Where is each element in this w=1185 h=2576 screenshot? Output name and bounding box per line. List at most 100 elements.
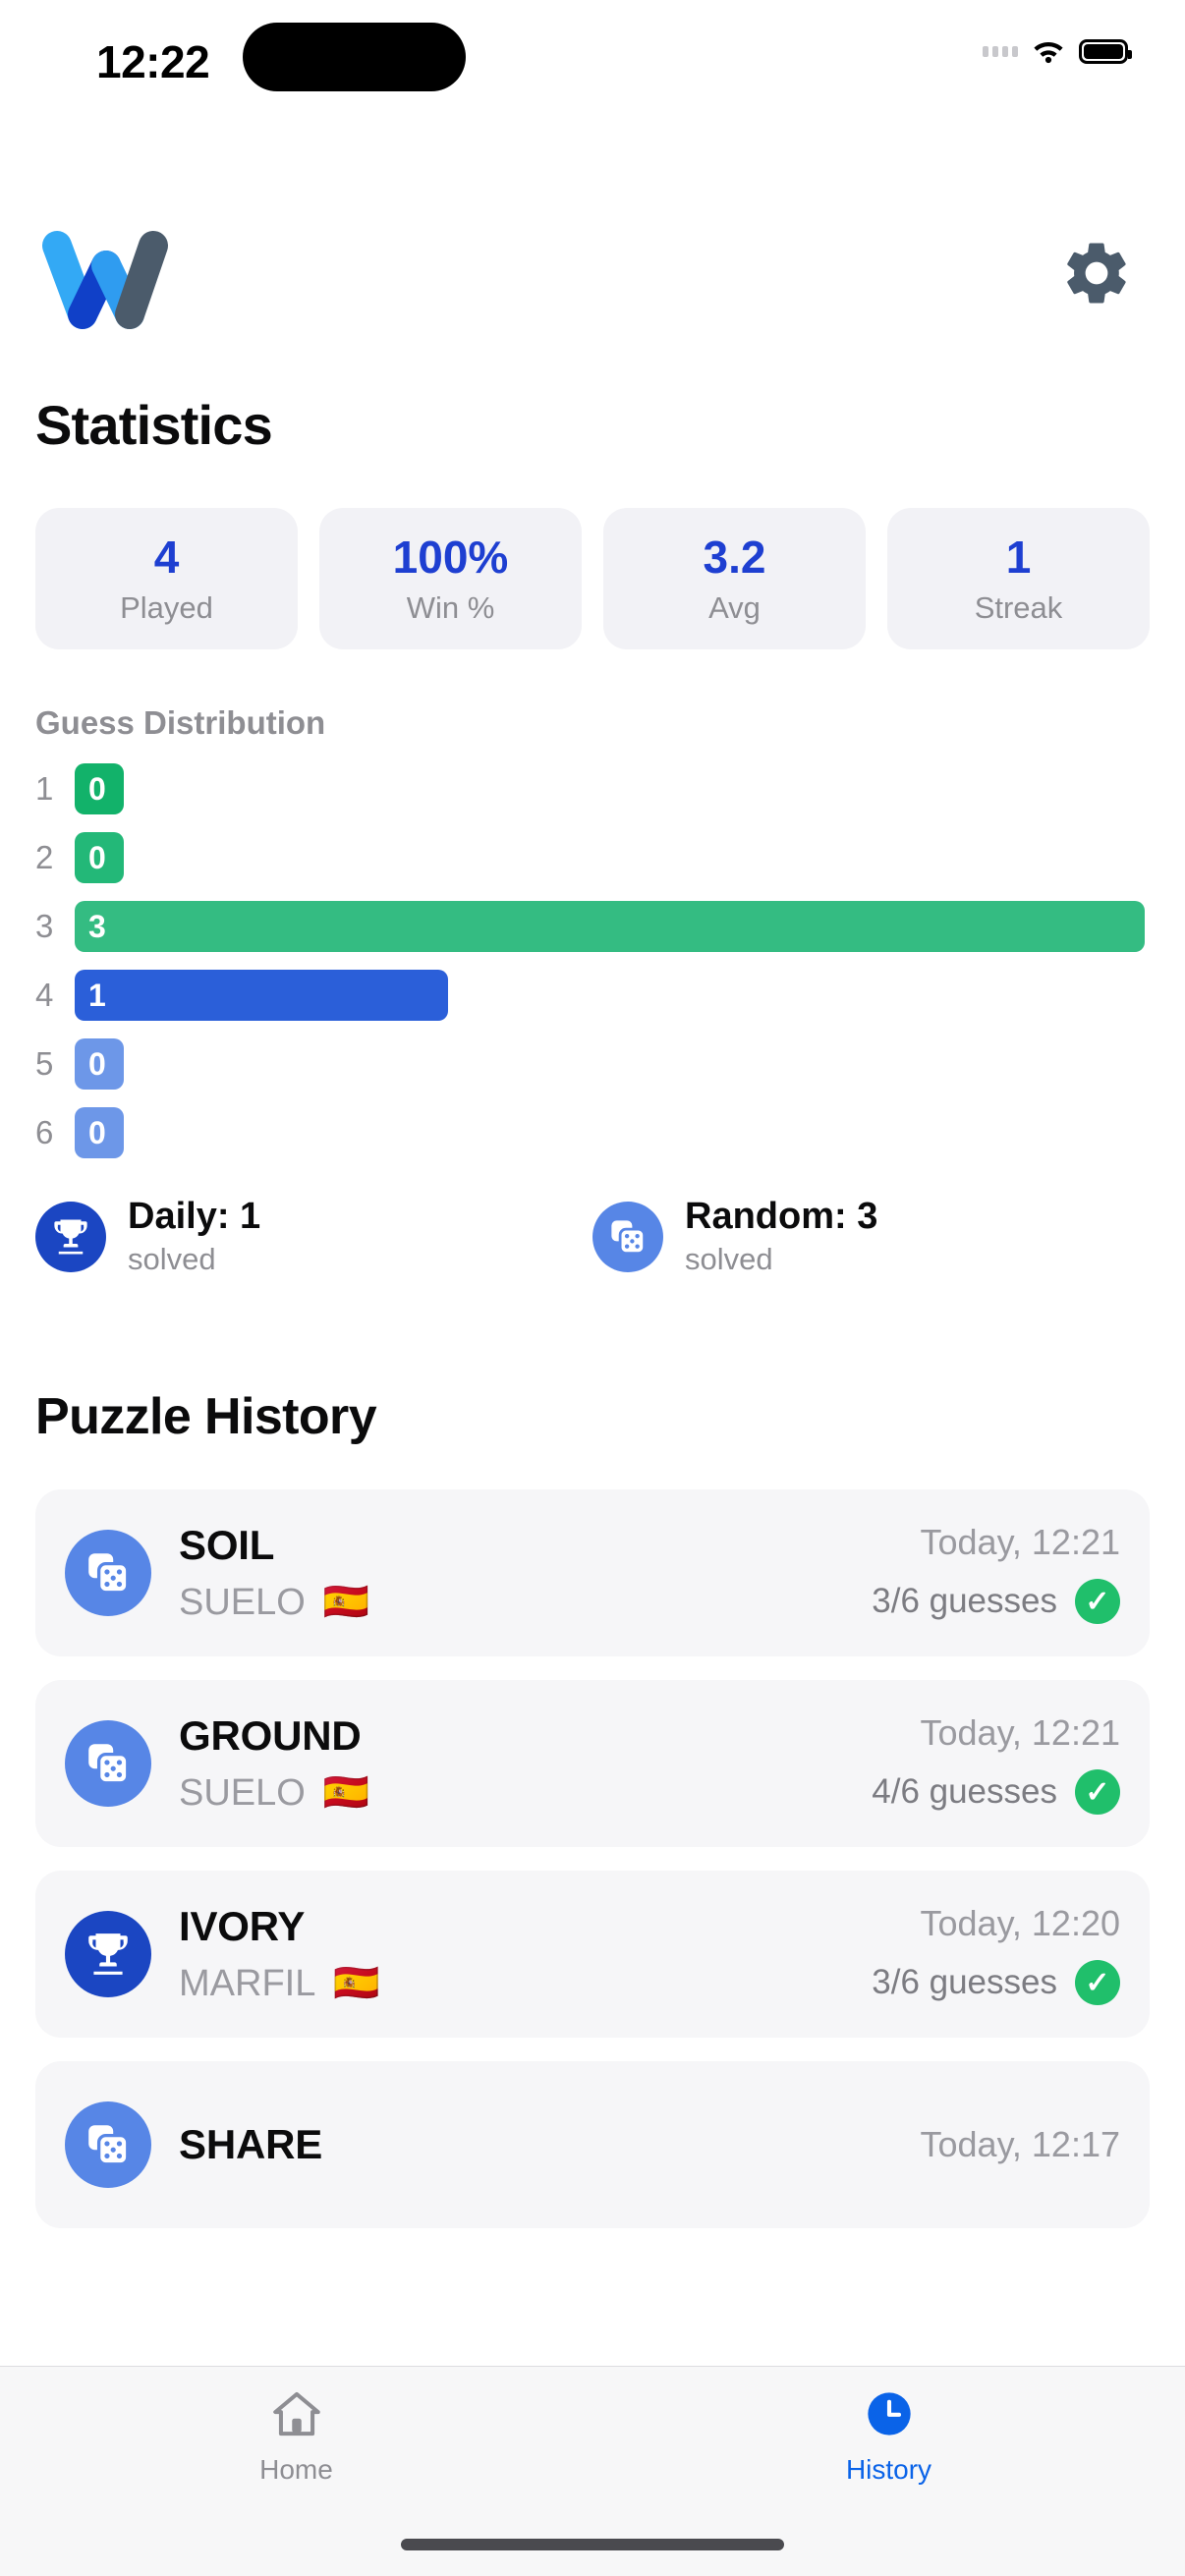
distribution-row: 3 3 xyxy=(35,897,1150,956)
home-indicator[interactable] xyxy=(401,2539,784,2550)
status-bar-indicators xyxy=(983,39,1132,64)
distribution-bar: 3 xyxy=(75,901,1145,953)
distribution-guess-index: 1 xyxy=(35,770,54,808)
stat-card-win-pct: 100% Win % xyxy=(319,508,582,650)
dynamic-island xyxy=(243,23,466,91)
main-content: Statistics 4 Played 100% Win % 3.2 Avg 1… xyxy=(0,393,1185,2252)
battery-full-icon xyxy=(1079,39,1132,64)
stat-value: 100% xyxy=(392,532,509,583)
stat-card-played: 4 Played xyxy=(35,508,298,650)
mode-text: Daily: 1 solved xyxy=(128,1196,260,1277)
history-item-main: SOIL SUELO 🇪🇸 xyxy=(179,1522,872,1624)
guess-distribution-chart: 1 0 2 0 3 3 4 1 5 0 6 0 xyxy=(35,759,1150,1162)
check-circle-icon: ✓ xyxy=(1075,1960,1120,2006)
history-list-item[interactable]: SOIL SUELO 🇪🇸 Today, 12:21 3/6 guesses ✓ xyxy=(35,1489,1150,1657)
dice-icon xyxy=(65,2101,151,2189)
stat-label: Win % xyxy=(406,590,495,626)
stats-row: 4 Played 100% Win % 3.2 Avg 1 Streak xyxy=(35,508,1150,650)
mode-daily: Daily: 1 solved xyxy=(35,1196,592,1277)
dice-icon xyxy=(65,1720,151,1808)
mode-subtitle: solved xyxy=(128,1242,216,1277)
history-guesses: 3/6 guesses xyxy=(872,1963,1057,2002)
tab-home[interactable]: Home xyxy=(0,2367,592,2506)
puzzle-history-list: SOIL SUELO 🇪🇸 Today, 12:21 3/6 guesses ✓ xyxy=(35,1489,1150,2229)
dice-icon xyxy=(65,1530,151,1617)
distribution-bar: 1 xyxy=(75,970,448,1022)
puzzle-history-title: Puzzle History xyxy=(35,1388,377,1446)
stat-label: Streak xyxy=(974,590,1063,626)
history-time: Today, 12:21 xyxy=(920,1712,1120,1754)
history-guesses: 4/6 guesses xyxy=(872,1772,1057,1812)
guess-distribution-label: Guess Distribution xyxy=(35,704,326,742)
distribution-guess-index: 5 xyxy=(35,1045,54,1083)
mode-subtitle: solved xyxy=(685,1242,773,1277)
history-item-meta: Today, 12:21 3/6 guesses ✓ xyxy=(872,1522,1120,1625)
history-list-item[interactable]: SHARE Today, 12:17 xyxy=(35,2061,1150,2229)
distribution-row: 4 1 xyxy=(35,966,1150,1025)
tab-history[interactable]: History xyxy=(592,2367,1185,2506)
clock-icon xyxy=(861,2388,918,2444)
distribution-guess-index: 4 xyxy=(35,977,54,1014)
distribution-bar: 0 xyxy=(75,1107,124,1159)
mode-text: Random: 3 solved xyxy=(685,1196,877,1277)
distribution-bar: 0 xyxy=(75,1038,124,1091)
stat-card-streak: 1 Streak xyxy=(887,508,1150,650)
distribution-bar: 0 xyxy=(75,763,124,815)
stat-value: 3.2 xyxy=(703,532,766,583)
history-translation-row: SUELO 🇪🇸 xyxy=(179,1771,872,1815)
app-screen: 12:22 Statistics 4 Played 100% Win % 3.2… xyxy=(0,0,1185,2576)
distribution-row: 6 0 xyxy=(35,1103,1150,1162)
history-time: Today, 12:17 xyxy=(920,2124,1120,2165)
distribution-guess-index: 2 xyxy=(35,839,54,876)
history-result-row: 3/6 guesses ✓ xyxy=(872,1579,1120,1625)
history-word: IVORY xyxy=(179,1903,306,1950)
history-list-item[interactable]: IVORY MARFIL 🇪🇸 Today, 12:20 3/6 guesses… xyxy=(35,1871,1150,2039)
history-word: GROUND xyxy=(179,1712,362,1760)
spain-flag-icon: 🇪🇸 xyxy=(322,1772,370,1815)
signal-dots-icon xyxy=(983,46,1018,57)
history-translation: SUELO xyxy=(179,1581,306,1623)
history-guesses: 3/6 guesses xyxy=(872,1582,1057,1621)
stat-label: Avg xyxy=(708,590,761,626)
history-item-meta: Today, 12:17 xyxy=(921,2124,1120,2165)
history-item-main: SHARE xyxy=(179,2121,921,2168)
status-bar-time: 12:22 xyxy=(96,36,210,87)
distribution-row: 5 0 xyxy=(35,1035,1150,1093)
distribution-row: 1 0 xyxy=(35,759,1150,818)
mode-random: Random: 3 solved xyxy=(592,1196,1150,1277)
stat-card-avg: 3.2 Avg xyxy=(603,508,866,650)
tab-label: History xyxy=(845,2453,932,2485)
distribution-guess-index: 3 xyxy=(35,908,54,945)
history-word: SHARE xyxy=(179,2121,323,2168)
history-time: Today, 12:20 xyxy=(920,1903,1120,1944)
trophy-icon xyxy=(65,1911,151,1998)
tab-label: Home xyxy=(259,2453,333,2485)
history-result-row: 3/6 guesses ✓ xyxy=(872,1960,1120,2006)
stat-value: 4 xyxy=(153,532,180,583)
history-translation: SUELO xyxy=(179,1771,306,1814)
distribution-row: 2 0 xyxy=(35,828,1150,887)
history-translation: MARFIL xyxy=(179,1962,316,2004)
history-item-main: GROUND SUELO 🇪🇸 xyxy=(179,1712,872,1815)
app-header xyxy=(0,224,1185,332)
trophy-icon xyxy=(35,1201,106,1272)
check-circle-icon: ✓ xyxy=(1075,1769,1120,1816)
check-circle-icon: ✓ xyxy=(1075,1579,1120,1625)
wifi-icon xyxy=(1032,39,1065,64)
home-icon xyxy=(268,2388,325,2444)
history-item-main: IVORY MARFIL 🇪🇸 xyxy=(179,1903,872,2005)
history-word: SOIL xyxy=(179,1522,275,1569)
stat-label: Played xyxy=(120,590,213,626)
history-item-meta: Today, 12:21 4/6 guesses ✓ xyxy=(872,1712,1120,1816)
status-bar: 12:22 xyxy=(0,0,1185,157)
spain-flag-icon: 🇪🇸 xyxy=(333,1963,380,2005)
dice-icon xyxy=(592,1201,663,1272)
history-list-item[interactable]: GROUND SUELO 🇪🇸 Today, 12:21 4/6 guesses… xyxy=(35,1680,1150,1848)
mode-title: Daily: 1 xyxy=(128,1196,261,1238)
gear-icon[interactable] xyxy=(1059,236,1134,310)
mode-title: Random: 3 xyxy=(685,1196,878,1238)
history-result-row: 4/6 guesses ✓ xyxy=(872,1769,1120,1816)
history-translation-row: SUELO 🇪🇸 xyxy=(179,1581,872,1624)
history-item-meta: Today, 12:20 3/6 guesses ✓ xyxy=(872,1903,1120,2006)
page-title: Statistics xyxy=(35,394,273,456)
